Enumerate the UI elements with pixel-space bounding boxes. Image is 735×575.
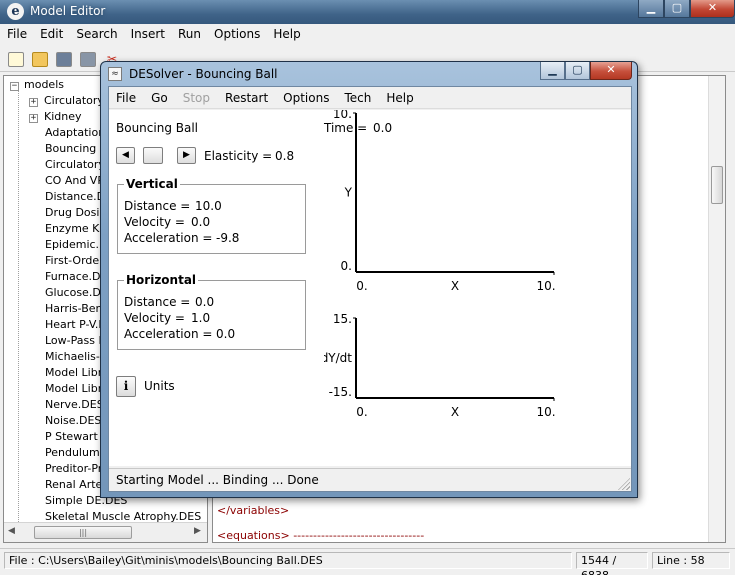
horizontal-acceleration-value: 0.0 bbox=[216, 327, 236, 341]
status-file-path: File : C:\Users\Bailey\Git\minis\models\… bbox=[4, 552, 572, 569]
scroll-thumb[interactable] bbox=[711, 166, 723, 204]
status-line: Line : 58 bbox=[652, 552, 730, 569]
menu-edit[interactable]: Edit bbox=[33, 24, 69, 44]
units-info-button[interactable]: i bbox=[116, 376, 136, 397]
y-axis-label: Y bbox=[344, 186, 353, 200]
ds-menu-tech[interactable]: Tech bbox=[337, 87, 379, 108]
close-button[interactable]: ✕ bbox=[690, 0, 735, 18]
horizontal-distance-label: Distance = bbox=[124, 295, 191, 309]
ds-menu-file[interactable]: File bbox=[109, 87, 144, 108]
resize-grip-icon[interactable] bbox=[618, 478, 630, 490]
model-editor-titlebar[interactable]: e Model Editor ▁ ▢ ✕ bbox=[0, 0, 735, 24]
desolver-window: ≈ DESolver - Bouncing Ball ▁ ▢ ✕ File Go… bbox=[100, 61, 638, 498]
scroll-left-icon[interactable]: ◀ bbox=[8, 526, 15, 536]
horizontal-acceleration-label: Acceleration = bbox=[124, 327, 213, 341]
model-editor-title: Model Editor bbox=[30, 4, 106, 18]
desolver-statusbar: Starting Model ... Binding ... Done bbox=[109, 468, 631, 491]
y-tick-label-max: 15. bbox=[333, 312, 352, 326]
x-tick-label-max: 10. bbox=[536, 279, 555, 293]
horizontal-distance-value: 0.0 bbox=[195, 295, 215, 309]
vertical-velocity-value: 0.0 bbox=[191, 215, 211, 229]
maximize-button[interactable]: ▢ bbox=[664, 0, 690, 18]
dydt-vs-x-chart: 15. -15. 0. 10. XdY/dt bbox=[324, 312, 556, 419]
scroll-thumb[interactable]: ||| bbox=[34, 526, 132, 539]
horizontal-group: Horizontal Distance = 0.0 Velocity = 1.0… bbox=[117, 273, 306, 350]
tree-file[interactable]: CO And VR. bbox=[45, 173, 108, 189]
desolver-client: File Go Stop Restart Options Tech Help B… bbox=[108, 86, 632, 492]
desolver-minimize-button[interactable]: ▁ bbox=[540, 62, 565, 80]
units-label: Units bbox=[144, 379, 175, 393]
status-position: 1544 / 6838 bbox=[576, 552, 648, 575]
x-axis-label: X bbox=[451, 279, 459, 293]
editor-vertical-scrollbar[interactable] bbox=[708, 76, 725, 542]
save-icon[interactable] bbox=[56, 52, 72, 67]
ds-menu-options[interactable]: Options bbox=[276, 87, 337, 108]
editor-menubar: File Edit Search Insert Run Options Help bbox=[0, 24, 735, 44]
menu-search[interactable]: Search bbox=[69, 24, 123, 44]
app-icon[interactable]: e bbox=[7, 3, 24, 20]
ds-menu-help[interactable]: Help bbox=[379, 87, 421, 108]
menu-insert[interactable]: Insert bbox=[124, 24, 171, 44]
elasticity-decrease-button[interactable]: ◀ bbox=[116, 147, 135, 164]
horizontal-velocity-value: 1.0 bbox=[191, 311, 211, 325]
model-name: Bouncing Ball bbox=[116, 121, 199, 135]
open-folder-icon[interactable] bbox=[32, 52, 48, 67]
horizontal-title: Horizontal bbox=[124, 273, 199, 287]
vertical-acceleration-value: -9.8 bbox=[216, 231, 240, 245]
desolver-titlebar[interactable]: ≈ DESolver - Bouncing Ball ▁ ▢ ✕ bbox=[101, 62, 637, 86]
vertical-distance-label: Distance = bbox=[124, 199, 191, 213]
elasticity-label: Elasticity = bbox=[204, 149, 273, 163]
vertical-acceleration-label: Acceleration = bbox=[124, 231, 213, 245]
editor-statusbar: File : C:\Users\Bailey\Git\minis\models\… bbox=[0, 548, 735, 575]
tree-folder[interactable]: Kidney bbox=[44, 109, 82, 125]
elasticity-increase-button[interactable]: ▶ bbox=[177, 147, 196, 164]
code-line: </variables> bbox=[217, 504, 290, 517]
minimize-button[interactable]: ▁ bbox=[638, 0, 664, 18]
desolver-status-text: Starting Model ... Binding ... Done bbox=[116, 473, 319, 487]
x-axis-label: X bbox=[451, 405, 459, 419]
elasticity-value: 0.8 bbox=[275, 149, 295, 163]
tree-horizontal-scrollbar[interactable]: ◀ ||| ▶ bbox=[4, 522, 207, 542]
x-tick-label-min: 0. bbox=[356, 405, 367, 419]
menu-help[interactable]: Help bbox=[266, 24, 306, 44]
desolver-app-icon[interactable]: ≈ bbox=[108, 67, 122, 81]
y-tick-label-min: 0. bbox=[341, 259, 352, 273]
horizontal-velocity-label: Velocity = bbox=[124, 311, 185, 325]
scroll-right-icon[interactable]: ▶ bbox=[194, 526, 201, 536]
tree-file[interactable]: Heart P-V.D bbox=[45, 317, 107, 333]
y-axis-label: dY/dt bbox=[324, 351, 352, 365]
charts-area: 10. 0. 0. 10. X Y 15. -15. 0. 10. XdY/dt bbox=[324, 110, 556, 419]
tree-file[interactable]: Noise.DES bbox=[45, 413, 101, 429]
new-file-icon[interactable] bbox=[8, 52, 24, 67]
code-line: <equations> ----------------------------… bbox=[217, 529, 425, 542]
vertical-velocity-label: Velocity = bbox=[124, 215, 185, 229]
menu-run[interactable]: Run bbox=[171, 24, 207, 44]
desolver-title: DESolver - Bouncing Ball bbox=[129, 67, 278, 81]
expand-folder-icon[interactable]: + bbox=[29, 114, 38, 123]
desolver-maximize-button[interactable]: ▢ bbox=[565, 62, 590, 80]
y-vs-x-chart: 10. 0. 0. 10. X Y bbox=[333, 110, 556, 293]
model-panel: Bouncing Ball Time = 0.0 ◀ ▶ Elasticity … bbox=[109, 110, 631, 466]
vertical-distance-value: 10.0 bbox=[195, 199, 222, 213]
vertical-title: Vertical bbox=[124, 177, 180, 191]
vertical-group: Vertical Distance = 10.0 Velocity = 0.0 … bbox=[117, 177, 306, 254]
collapse-models-icon[interactable]: − bbox=[10, 82, 19, 91]
y-tick-label-min: -15. bbox=[329, 385, 352, 399]
menu-options[interactable]: Options bbox=[207, 24, 266, 44]
x-tick-label-min: 0. bbox=[356, 279, 367, 293]
elasticity-slider-thumb[interactable] bbox=[143, 147, 163, 164]
x-tick-label-max: 10. bbox=[536, 405, 555, 419]
y-tick-label-max: 10. bbox=[333, 110, 352, 121]
ds-menu-go[interactable]: Go bbox=[144, 87, 176, 108]
tree-root-models[interactable]: models bbox=[24, 77, 64, 93]
tree-file[interactable]: Nerve.DES bbox=[45, 397, 104, 413]
menu-file[interactable]: File bbox=[0, 24, 33, 44]
ds-menu-stop: Stop bbox=[182, 91, 211, 105]
ds-menu-restart[interactable]: Restart bbox=[218, 87, 276, 108]
save-all-icon[interactable] bbox=[80, 52, 96, 67]
desolver-menubar: File Go Stop Restart Options Tech Help bbox=[109, 87, 631, 109]
desolver-close-button[interactable]: ✕ bbox=[590, 62, 632, 80]
expand-folder-icon[interactable]: + bbox=[29, 98, 38, 107]
